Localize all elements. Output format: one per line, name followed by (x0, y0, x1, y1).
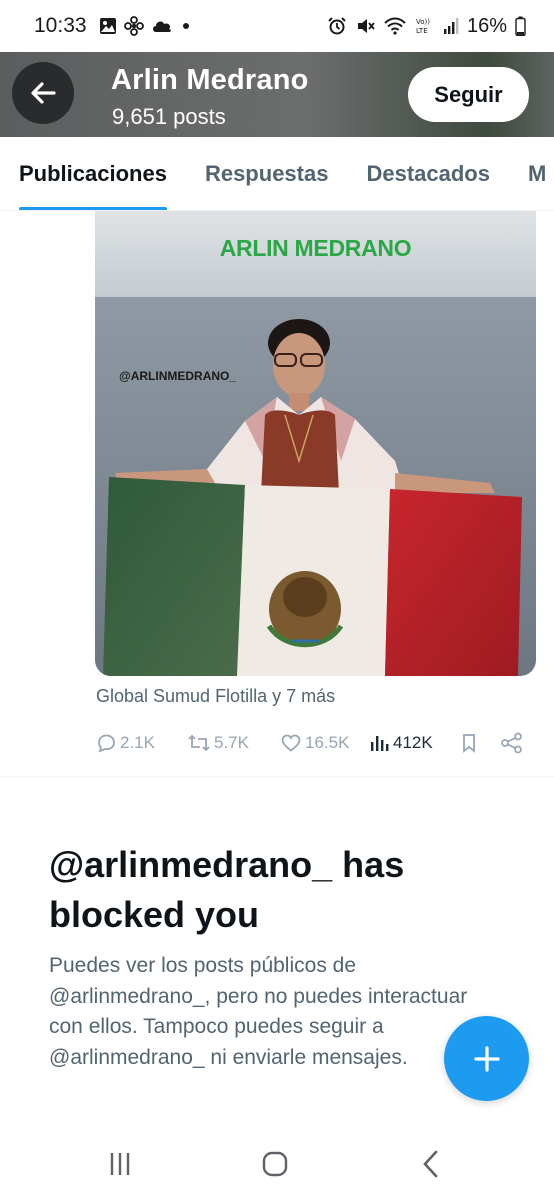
tab-publicaciones[interactable]: Publicaciones (19, 137, 167, 210)
volte-icon: Vo))LTE (416, 18, 430, 35)
like-button[interactable]: 16.5K (280, 726, 349, 760)
blocked-title: @arlinmedrano_ has blocked you (49, 844, 405, 935)
plus-icon (473, 1045, 500, 1072)
reply-button[interactable]: 2.1K (95, 726, 155, 760)
profile-name: Arlin Medrano (111, 64, 309, 96)
status-right-icons: Vo)) LTE 16% (327, 15, 526, 38)
media-handle: @ARLINMEDRANO_ (119, 369, 237, 383)
signal-icon (443, 18, 459, 34)
status-time: 10:33 (34, 14, 87, 37)
post-image[interactable]: ARLIN MEDRANO @ARLINMEDRANO_ (95, 211, 536, 676)
chevron-left-icon (423, 1150, 438, 1178)
profile-tabs: Publicaciones Respuestas Destacados M (0, 137, 554, 211)
status-left-icons (99, 16, 192, 36)
heart-icon (281, 734, 301, 752)
back-button[interactable] (12, 62, 74, 124)
repost-button[interactable]: 5.7K (187, 726, 249, 760)
alarm-icon (328, 17, 346, 35)
system-nav-bar (0, 1128, 554, 1200)
repost-count: 5.7K (214, 733, 249, 752)
bookmark-icon (463, 734, 475, 753)
divider (0, 776, 554, 777)
arrow-left-icon (31, 82, 56, 104)
share-button[interactable] (500, 726, 524, 760)
dot-icon (182, 23, 189, 29)
tab-label: Destacados (366, 161, 490, 186)
fan-icon (123, 16, 144, 36)
mute-icon (357, 19, 375, 33)
recent-apps-icon (110, 1153, 130, 1175)
post-photo (95, 211, 536, 676)
media-title: ARLIN MEDRANO (219, 235, 412, 261)
post-actions: 2.1K 5.7K 16.5K 412K (95, 726, 535, 760)
home-button[interactable] (255, 1146, 295, 1182)
post-count: 9,651 posts (112, 104, 226, 129)
post-meta[interactable]: Global Sumud Flotilla y 7 más (96, 686, 335, 707)
repost-icon (188, 734, 210, 752)
follow-button[interactable]: Seguir (408, 67, 529, 122)
bookmark-button[interactable] (458, 726, 480, 760)
share-icon (501, 732, 522, 754)
status-bar: 10:33 Vo)) LTE 16% (0, 0, 554, 52)
views-count: 412K (393, 733, 433, 752)
compose-button[interactable] (444, 1016, 529, 1101)
tab-multimedia[interactable]: M (527, 137, 547, 210)
gallery-icon (99, 18, 116, 34)
svg-text:Vo)): Vo)) (416, 18, 430, 26)
reply-count: 2.1K (120, 733, 155, 752)
tab-respuestas[interactable]: Respuestas (204, 137, 329, 210)
tab-destacados[interactable]: Destacados (366, 137, 490, 210)
battery-percentage: 16% (466, 14, 507, 37)
profile-header: Arlin Medrano 9,651 posts Seguir (0, 52, 554, 137)
svg-text:LTE: LTE (416, 27, 428, 35)
views-icon (371, 736, 389, 751)
tab-label: Respuestas (204, 161, 329, 186)
tab-label: Publicaciones (19, 161, 167, 186)
tab-label: M (527, 161, 547, 186)
recent-apps-button[interactable] (100, 1146, 140, 1182)
cloud-icon (152, 21, 171, 32)
views-button[interactable]: 412K (368, 726, 433, 760)
back-nav-button[interactable] (411, 1146, 451, 1182)
battery-icon (515, 16, 526, 36)
blocked-description: Puedes ver los posts públicos de @arlinm… (49, 954, 468, 1069)
reply-icon (98, 734, 115, 753)
like-count: 16.5K (305, 733, 350, 752)
home-icon (262, 1151, 288, 1177)
wifi-icon (384, 17, 406, 35)
